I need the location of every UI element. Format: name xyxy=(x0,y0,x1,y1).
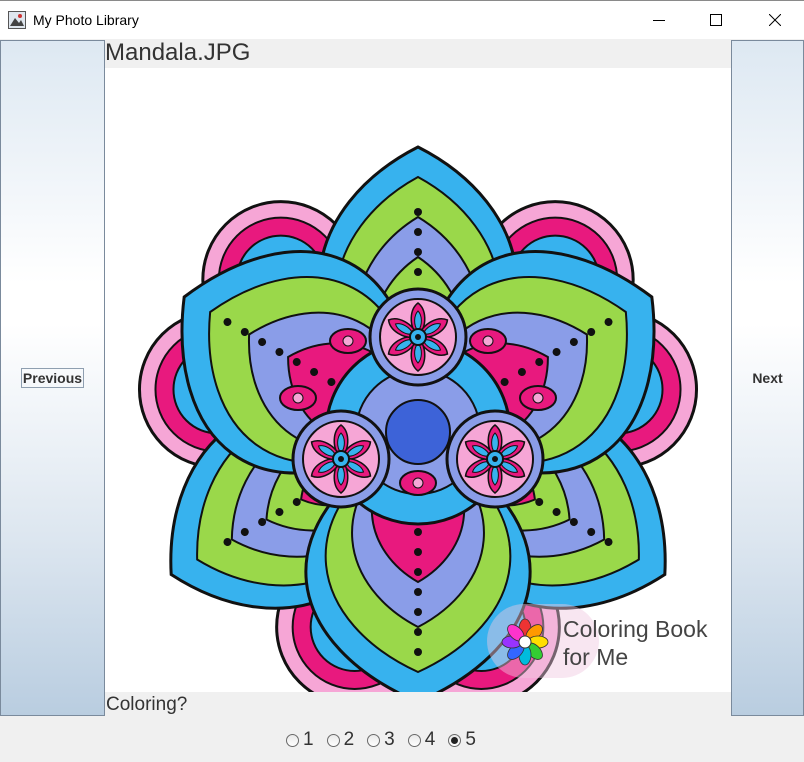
watermark-text: Coloring Book for Me xyxy=(563,616,708,670)
radio-dot xyxy=(451,736,459,744)
coloring-book-logo xyxy=(501,618,549,666)
close-button[interactable] xyxy=(746,1,804,39)
radio-circle[interactable] xyxy=(407,733,421,747)
rating-option-label: 1 xyxy=(303,729,314,750)
next-button[interactable]: Next xyxy=(731,40,804,716)
rating-option-2[interactable]: 2 xyxy=(326,729,355,751)
window-titlebar[interactable]: My Photo Library xyxy=(0,0,804,39)
photo-app-icon xyxy=(8,11,26,29)
rating-option-label: 5 xyxy=(465,729,476,750)
rating-option-label: 2 xyxy=(343,729,355,750)
rating-radio-group: 1 2 3 4 5 xyxy=(286,729,489,751)
rating-option-1[interactable]: 1 xyxy=(286,729,314,751)
radio-circle[interactable] xyxy=(286,733,299,747)
photo-filename: Mandala.JPG xyxy=(105,39,251,66)
radio-circle[interactable] xyxy=(367,733,381,747)
mandala-image xyxy=(137,145,699,707)
rating-option-5[interactable]: 5 xyxy=(448,729,476,751)
next-button-label: Next xyxy=(752,370,783,386)
minimize-button[interactable] xyxy=(630,1,688,39)
rating-option-label: 4 xyxy=(424,729,436,750)
previous-button[interactable]: Previous xyxy=(0,40,105,716)
close-icon xyxy=(769,14,781,26)
maximize-button[interactable] xyxy=(687,1,745,39)
rating-option-3[interactable]: 3 xyxy=(367,729,395,751)
window-title: My Photo Library xyxy=(33,12,139,28)
rating-option-label: 3 xyxy=(384,729,395,750)
photo-display: Coloring Book for Me xyxy=(105,68,731,707)
minimize-icon xyxy=(653,20,665,21)
previous-button-label: Previous xyxy=(20,368,85,388)
maximize-icon xyxy=(710,14,722,26)
rating-question: Coloring? xyxy=(106,694,188,715)
mandala-art xyxy=(137,145,699,707)
rating-option-4[interactable]: 4 xyxy=(407,729,436,751)
radio-circle[interactable] xyxy=(326,733,340,747)
radio-circle[interactable] xyxy=(448,733,462,747)
